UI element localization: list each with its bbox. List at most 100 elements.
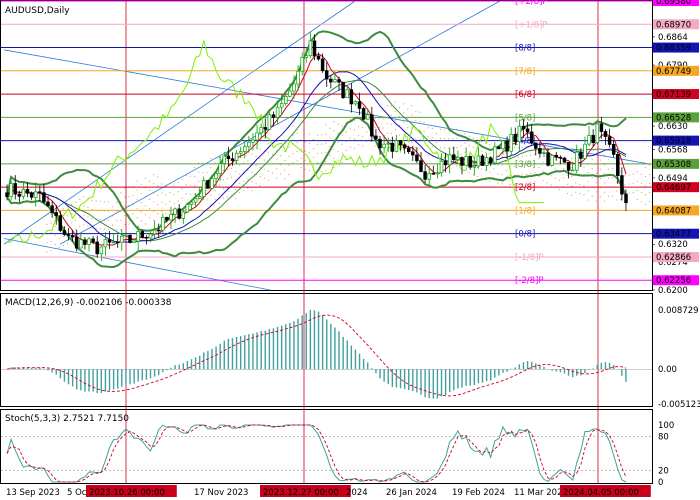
cloud-dot — [423, 121, 425, 123]
cloud-dot — [362, 145, 364, 147]
cloud-dot — [616, 190, 618, 192]
cloud-dot — [87, 207, 89, 209]
candle-body — [214, 173, 218, 179]
candle-body — [562, 157, 567, 163]
cloud-dot — [571, 185, 573, 187]
candle-body — [333, 79, 337, 83]
cloud-dot — [288, 164, 290, 166]
cloud-dot — [472, 174, 474, 176]
cloud-dot — [288, 155, 290, 157]
cloud-dot — [333, 148, 335, 150]
cloud-dot — [157, 185, 159, 187]
cloud-dot — [107, 219, 110, 221]
cloud-dot — [226, 168, 228, 171]
cloud-dot — [99, 228, 101, 230]
cloud-dot — [202, 171, 204, 174]
cloud-dot — [554, 168, 556, 170]
candle-body — [468, 156, 472, 168]
cloud-dot — [54, 225, 56, 227]
cloud-dot — [317, 162, 319, 164]
candle-body — [13, 183, 17, 195]
cloud-dot — [91, 218, 93, 220]
candle-body — [91, 238, 95, 243]
cloud-dot — [501, 155, 503, 157]
cloud-dot — [210, 167, 212, 169]
cloud-dot — [276, 168, 278, 170]
cloud-dot — [415, 147, 417, 149]
candle-body — [611, 144, 616, 155]
cloud-dot — [317, 152, 319, 155]
cloud-dot — [419, 120, 421, 122]
candle-body — [378, 138, 382, 149]
cloud-dot — [304, 150, 306, 152]
cloud-dot — [198, 199, 200, 201]
price-highlight-label: 0.62256 — [656, 276, 691, 286]
chart-canvas: [+2/8]P[+1/8]P[8/8][7/8][6/8][5/8][4/8][… — [0, 0, 700, 498]
cloud-dot — [603, 182, 606, 184]
cloud-dot — [247, 160, 249, 162]
candle-body — [394, 140, 399, 152]
candle-body — [185, 204, 190, 213]
cloud-dot — [480, 141, 483, 143]
cloud-dot — [464, 151, 466, 153]
cloud-dot — [50, 250, 52, 252]
candle-body — [238, 151, 243, 154]
candle-body — [464, 156, 468, 166]
date-label: 13 Sep 2023 — [6, 488, 60, 498]
cloud-dot — [435, 142, 437, 144]
cloud-dot — [75, 219, 77, 221]
cloud-dot — [439, 147, 442, 149]
cloud-dot — [136, 180, 138, 182]
candle-body — [42, 192, 46, 203]
cloud-dot — [325, 124, 327, 126]
cloud-dot — [144, 177, 146, 179]
cloud-dot — [329, 164, 331, 166]
cloud-dot — [333, 121, 335, 123]
cloud-dot — [341, 125, 343, 127]
cloud-dot — [628, 183, 630, 185]
cloud-dot — [390, 114, 392, 116]
candle-body — [402, 144, 407, 149]
cloud-dot — [157, 203, 159, 206]
cloud-dot — [79, 235, 81, 237]
candle-body — [234, 152, 239, 161]
cloud-dot — [439, 138, 442, 140]
candle-body — [427, 173, 431, 180]
cloud-dot — [485, 151, 487, 154]
cloud-dot — [222, 197, 224, 199]
candle-body — [296, 70, 300, 85]
cloud-dot — [153, 183, 155, 185]
cloud-dot — [649, 182, 651, 184]
cloud-dot — [235, 170, 237, 172]
cloud-dot — [558, 161, 561, 163]
cloud-dot — [153, 201, 155, 203]
cloud-dot — [267, 179, 269, 181]
candle-body — [54, 212, 58, 217]
cloud-dot — [567, 183, 569, 185]
cloud-dot — [390, 123, 392, 125]
cloud-dot — [439, 128, 442, 131]
murrey-label-11: [-1/8]P — [515, 253, 544, 263]
cloud-dot — [259, 166, 261, 168]
cloud-dot — [349, 137, 351, 139]
candle-body — [493, 146, 497, 164]
candle-body — [538, 148, 542, 154]
candle-body — [595, 123, 600, 143]
cloud-dot — [497, 164, 499, 166]
cloud-dot — [403, 121, 405, 123]
candle-body — [570, 169, 575, 172]
cloud-dot — [644, 194, 647, 196]
cloud-dot — [464, 142, 466, 144]
candle-body — [353, 101, 358, 105]
murrey-label-10: [0/8] — [515, 230, 535, 240]
cloud-dot — [91, 227, 93, 229]
cloud-dot — [587, 199, 589, 201]
cloud-dot — [312, 138, 315, 141]
candle-body — [603, 131, 608, 137]
cloud-dot — [411, 105, 413, 107]
cloud-dot — [476, 166, 478, 169]
candle-body — [488, 157, 493, 164]
cloud-dot — [362, 136, 364, 138]
cloud-dot — [251, 181, 253, 183]
cloud-dot — [263, 177, 265, 179]
